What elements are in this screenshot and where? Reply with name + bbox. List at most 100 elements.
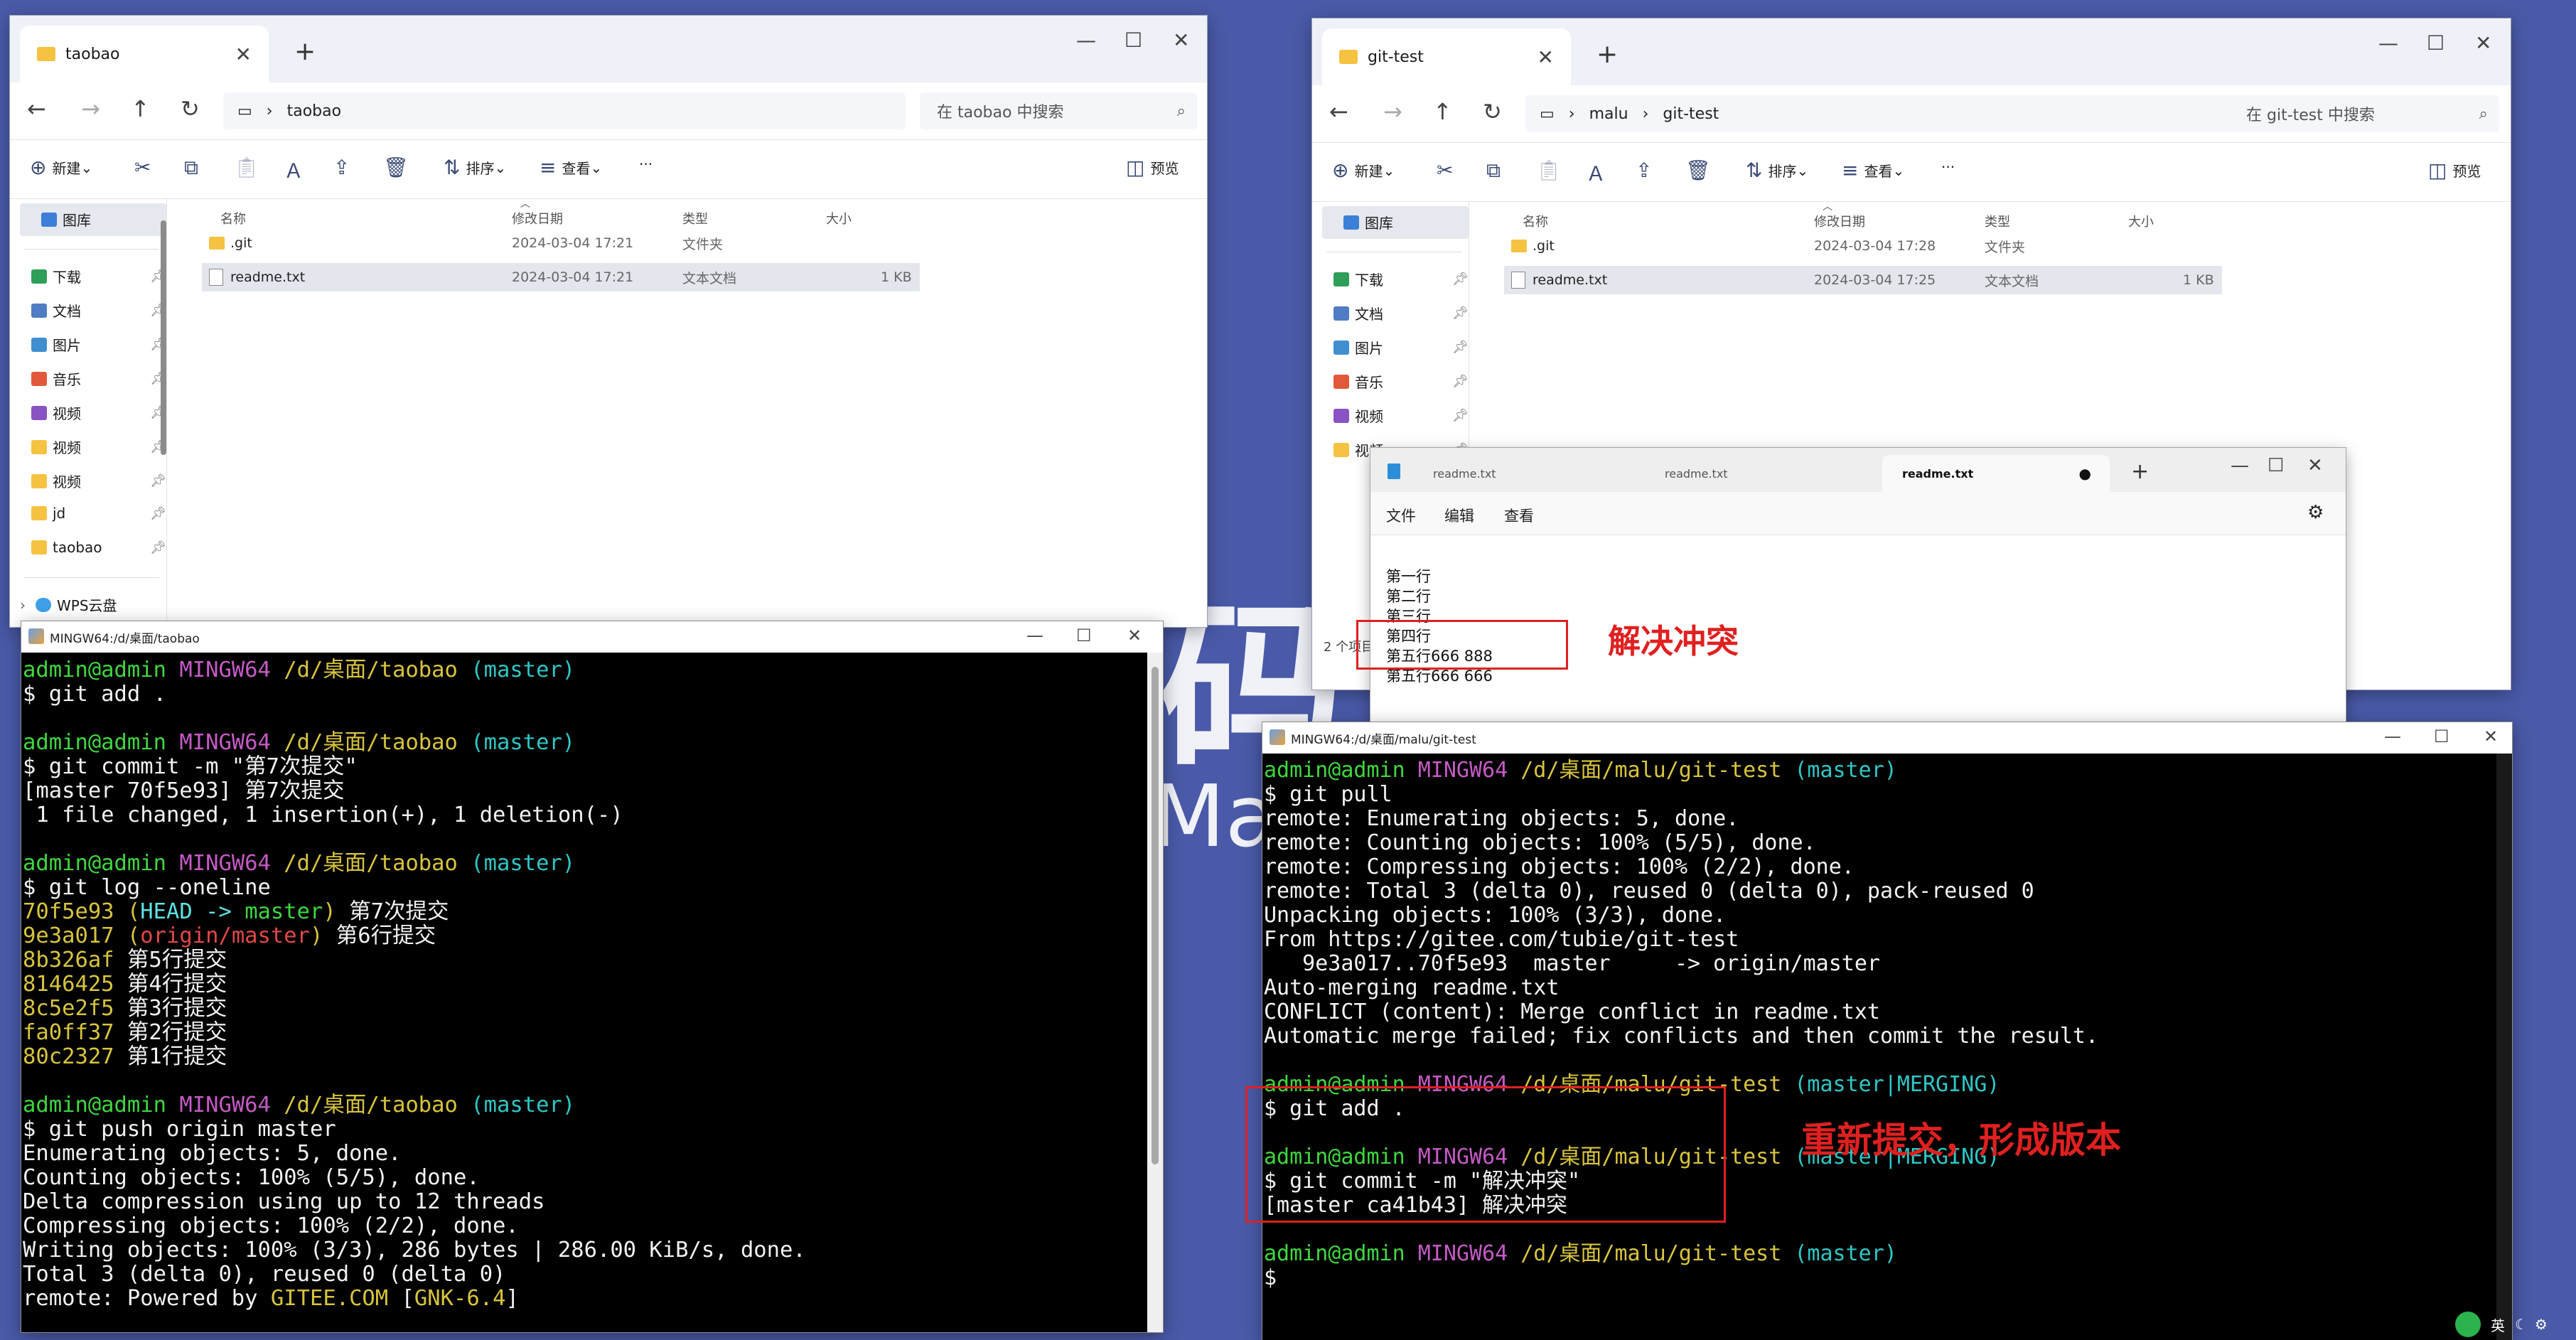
sidebar-item-folder-videos-1[interactable]: 视频 📌︎ xyxy=(31,436,166,457)
search-input[interactable]: 在 taobao 中搜索 ⌕ xyxy=(920,92,1197,129)
menu-edit[interactable]: 编辑 xyxy=(1444,505,1474,526)
terminal-scrollbar[interactable] xyxy=(2496,754,2512,1340)
file-row[interactable]: .git 2024-03-04 17:21 文件夹 xyxy=(202,229,920,257)
close-window-button[interactable]: ✕ xyxy=(2475,31,2491,55)
share-icon[interactable]: ⇪ xyxy=(1636,159,1658,182)
new-button[interactable]: ⊕ 新建 ⌄ xyxy=(30,156,92,179)
maximize-button[interactable]: ☐ xyxy=(2268,455,2284,476)
rename-icon[interactable]: Ａ xyxy=(284,156,309,184)
settings-gear-icon[interactable]: ⚙ xyxy=(2307,502,2324,523)
sidebar-item-downloads[interactable]: 下载 📌︎ xyxy=(1333,269,1469,289)
delete-icon[interactable]: 🗑︎ xyxy=(383,156,414,179)
close-window-button[interactable]: ✕ xyxy=(2307,455,2323,476)
sidebar-item-music[interactable]: 音乐 📌︎ xyxy=(1333,371,1469,392)
more-button[interactable]: ··· xyxy=(1941,159,1955,176)
sidebar-item-taobao[interactable]: taobao 📌︎ xyxy=(31,539,166,556)
close-tab-icon[interactable]: ✕ xyxy=(235,43,252,66)
sidebar-item-wps-cloud[interactable]: › WPS云盘 xyxy=(20,594,155,615)
minimize-button[interactable]: — xyxy=(2231,455,2249,476)
notepad-tab[interactable]: readme.txt xyxy=(1645,455,1872,492)
minimize-button[interactable]: — xyxy=(1026,626,1043,645)
cut-icon[interactable]: ✂ xyxy=(134,156,156,179)
file-row[interactable]: .git 2024-03-04 17:28 文件夹 xyxy=(1504,232,2222,260)
close-window-button[interactable]: ✕ xyxy=(1127,626,1142,645)
sidebar-item-music[interactable]: 音乐 📌︎ xyxy=(31,368,166,389)
preview-button[interactable]: ◫ 预览 xyxy=(2428,159,2481,182)
column-header-modified[interactable]: 修改日期 xyxy=(512,209,563,227)
notepad-tab[interactable]: readme.txt xyxy=(1413,455,1641,492)
breadcrumb-item[interactable]: malu xyxy=(1589,105,1628,123)
file-row[interactable]: readme.txt 2024-03-04 17:25 文本文档 1 KB xyxy=(1504,266,2222,294)
refresh-icon[interactable]: ↻ xyxy=(181,95,200,122)
cut-icon[interactable]: ✂ xyxy=(1437,159,1459,182)
moon-icon[interactable]: ☾ xyxy=(2515,1316,2528,1333)
column-header-name[interactable]: 名称 xyxy=(220,209,246,227)
maximize-button[interactable]: ☐ xyxy=(2434,727,2449,746)
settings-gear-icon[interactable]: ⚙ xyxy=(2535,1316,2548,1333)
ime-language-indicator[interactable]: 英 xyxy=(2491,1314,2505,1335)
sidebar-item-pictures[interactable]: 图片 📌︎ xyxy=(31,334,166,355)
copy-icon[interactable]: ⧉ xyxy=(184,156,204,180)
minimize-button[interactable]: — xyxy=(1076,28,1096,52)
terminal-output[interactable]: admin@admin MINGW64 /d/桌面/malu/git-test … xyxy=(1262,754,2496,1340)
column-header-type[interactable]: 类型 xyxy=(1985,212,2010,230)
menu-view[interactable]: 查看 xyxy=(1504,505,1534,526)
sidebar-item-videos[interactable]: 视频 📌︎ xyxy=(31,402,166,423)
up-arrow-icon[interactable]: ↑ xyxy=(131,95,150,122)
explorer-tab[interactable]: git-test ✕ xyxy=(1322,28,1571,85)
sidebar-item-documents[interactable]: 文档 📌︎ xyxy=(31,300,166,321)
address-bar[interactable]: ▭ › taobao xyxy=(223,92,906,129)
new-button[interactable]: ⊕ 新建 ⌄ xyxy=(1332,159,1395,182)
sort-button[interactable]: ⇅ 排序 ⌄ xyxy=(1746,159,1808,182)
column-header-size[interactable]: 大小 xyxy=(2128,212,2154,230)
sidebar-item-pictures[interactable]: 图片 📌︎ xyxy=(1333,337,1469,358)
new-tab-button[interactable]: + xyxy=(2131,459,2149,484)
terminal-output[interactable]: admin@admin MINGW64 /d/桌面/taobao (master… xyxy=(21,653,1147,1332)
view-button[interactable]: ≡ 查看 ⌄ xyxy=(1842,159,1904,182)
sidebar-item-documents[interactable]: 文档 📌︎ xyxy=(1333,303,1469,323)
close-window-button[interactable]: ✕ xyxy=(1173,28,1189,52)
sidebar-item-videos[interactable]: 视频 📌︎ xyxy=(1333,405,1469,426)
sidebar-item-downloads[interactable]: 下载 📌︎ xyxy=(31,266,166,286)
explorer-tab[interactable]: taobao ✕ xyxy=(20,26,269,82)
more-button[interactable]: ··· xyxy=(639,156,653,173)
sidebar-item-folder-videos-2[interactable]: 视频 📌︎ xyxy=(31,471,166,491)
breadcrumb-item[interactable]: git-test xyxy=(1663,105,1719,123)
copy-icon[interactable]: ⧉ xyxy=(1486,159,1506,183)
close-tab-icon[interactable]: ✕ xyxy=(1537,45,1554,69)
rename-icon[interactable]: Ａ xyxy=(1586,159,1611,187)
terminal-scrollbar[interactable] xyxy=(1147,653,1163,1332)
column-header-size[interactable]: 大小 xyxy=(826,209,852,227)
preview-button[interactable]: ◫ 预览 xyxy=(1126,156,1179,179)
refresh-icon[interactable]: ↻ xyxy=(1483,98,1502,125)
back-arrow-icon[interactable]: ← xyxy=(1329,98,1348,125)
unsaved-dot-icon[interactable]: ● xyxy=(2079,465,2091,482)
column-header-type[interactable]: 类型 xyxy=(682,209,708,227)
sidebar-scrollbar[interactable] xyxy=(161,220,166,455)
ime-app-icon[interactable] xyxy=(2455,1312,2481,1337)
maximize-button[interactable]: ☐ xyxy=(1076,626,1092,645)
new-tab-button[interactable]: + xyxy=(1596,40,1618,69)
back-arrow-icon[interactable]: ← xyxy=(27,95,46,122)
forward-arrow-icon[interactable]: → xyxy=(81,95,100,122)
sidebar-item-gallery[interactable]: 图库 xyxy=(1343,212,1478,232)
maximize-button[interactable]: ☐ xyxy=(1125,28,1142,52)
sidebar-item-gallery[interactable]: 图库 xyxy=(41,209,176,230)
paste-icon[interactable]: 📋︎ xyxy=(1536,159,1567,182)
view-button[interactable]: ≡ 查看 ⌄ xyxy=(540,156,602,179)
sidebar-item-jd[interactable]: jd 📌︎ xyxy=(31,505,166,522)
delete-icon[interactable]: 🗑︎ xyxy=(1685,159,1717,182)
minimize-button[interactable]: — xyxy=(2378,31,2398,55)
notepad-tab-active[interactable]: readme.txt ● xyxy=(1882,455,2110,492)
menu-file[interactable]: 文件 xyxy=(1386,505,1416,526)
up-arrow-icon[interactable]: ↑ xyxy=(1433,98,1452,125)
minimize-button[interactable]: — xyxy=(2384,727,2401,746)
maximize-button[interactable]: ☐ xyxy=(2427,31,2444,55)
breadcrumb-item[interactable]: taobao xyxy=(287,102,341,120)
new-tab-button[interactable]: + xyxy=(294,37,316,66)
column-header-modified[interactable]: 修改日期 xyxy=(1814,212,1865,230)
file-row[interactable]: readme.txt 2024-03-04 17:21 文本文档 1 KB xyxy=(202,263,920,291)
expand-chevron-icon[interactable]: › xyxy=(20,596,26,613)
close-window-button[interactable]: ✕ xyxy=(2484,727,2498,746)
paste-icon[interactable]: 📋︎ xyxy=(234,156,265,179)
